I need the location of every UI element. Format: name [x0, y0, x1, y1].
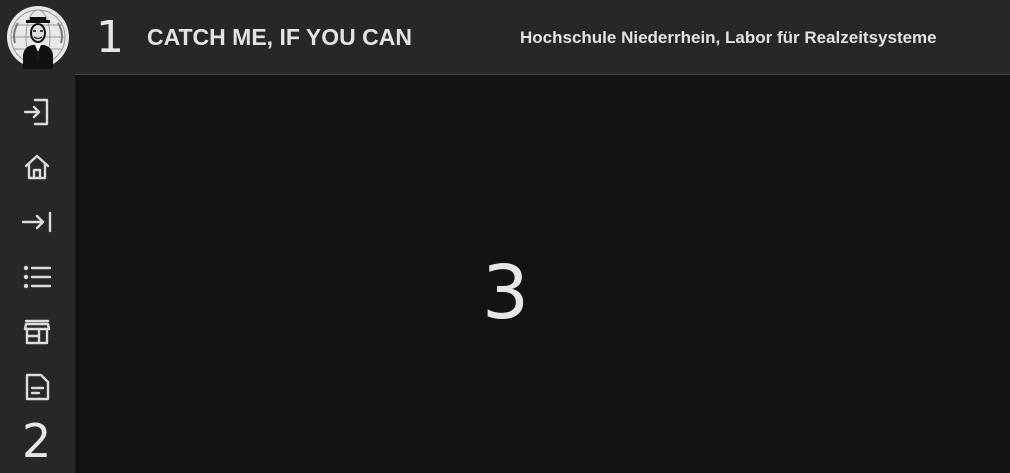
region-number-3: 3	[482, 250, 530, 336]
page-title: CATCH ME, IF YOU CAN	[147, 24, 412, 50]
logo-icon	[7, 6, 69, 69]
nav-forward[interactable]	[20, 205, 54, 239]
document-icon	[25, 373, 50, 401]
region-number-1: 1	[96, 12, 124, 63]
arrow-right-to-bar-icon	[21, 211, 52, 233]
nav-login[interactable]	[20, 95, 54, 129]
app-window: 2 1 CATCH ME, IF YOU CAN Hochschule Nied…	[0, 0, 1010, 473]
home-icon	[24, 154, 50, 180]
top-bar: 1 CATCH ME, IF YOU CAN Hochschule Nieder…	[75, 0, 1010, 75]
login-icon	[23, 98, 49, 126]
organization-name: Hochschule Niederrhein, Labor für Realze…	[520, 28, 937, 47]
region-number-2: 2	[22, 414, 52, 468]
anonymous-mask-logo[interactable]	[6, 5, 70, 69]
main-content: 3	[75, 75, 1010, 473]
store-icon	[23, 319, 51, 345]
sidebar: 2	[0, 0, 75, 473]
nav-list[interactable]	[20, 260, 54, 294]
list-icon	[23, 265, 52, 289]
nav-home[interactable]	[20, 150, 54, 184]
nav-store[interactable]	[20, 315, 54, 349]
nav-document[interactable]	[20, 370, 54, 404]
